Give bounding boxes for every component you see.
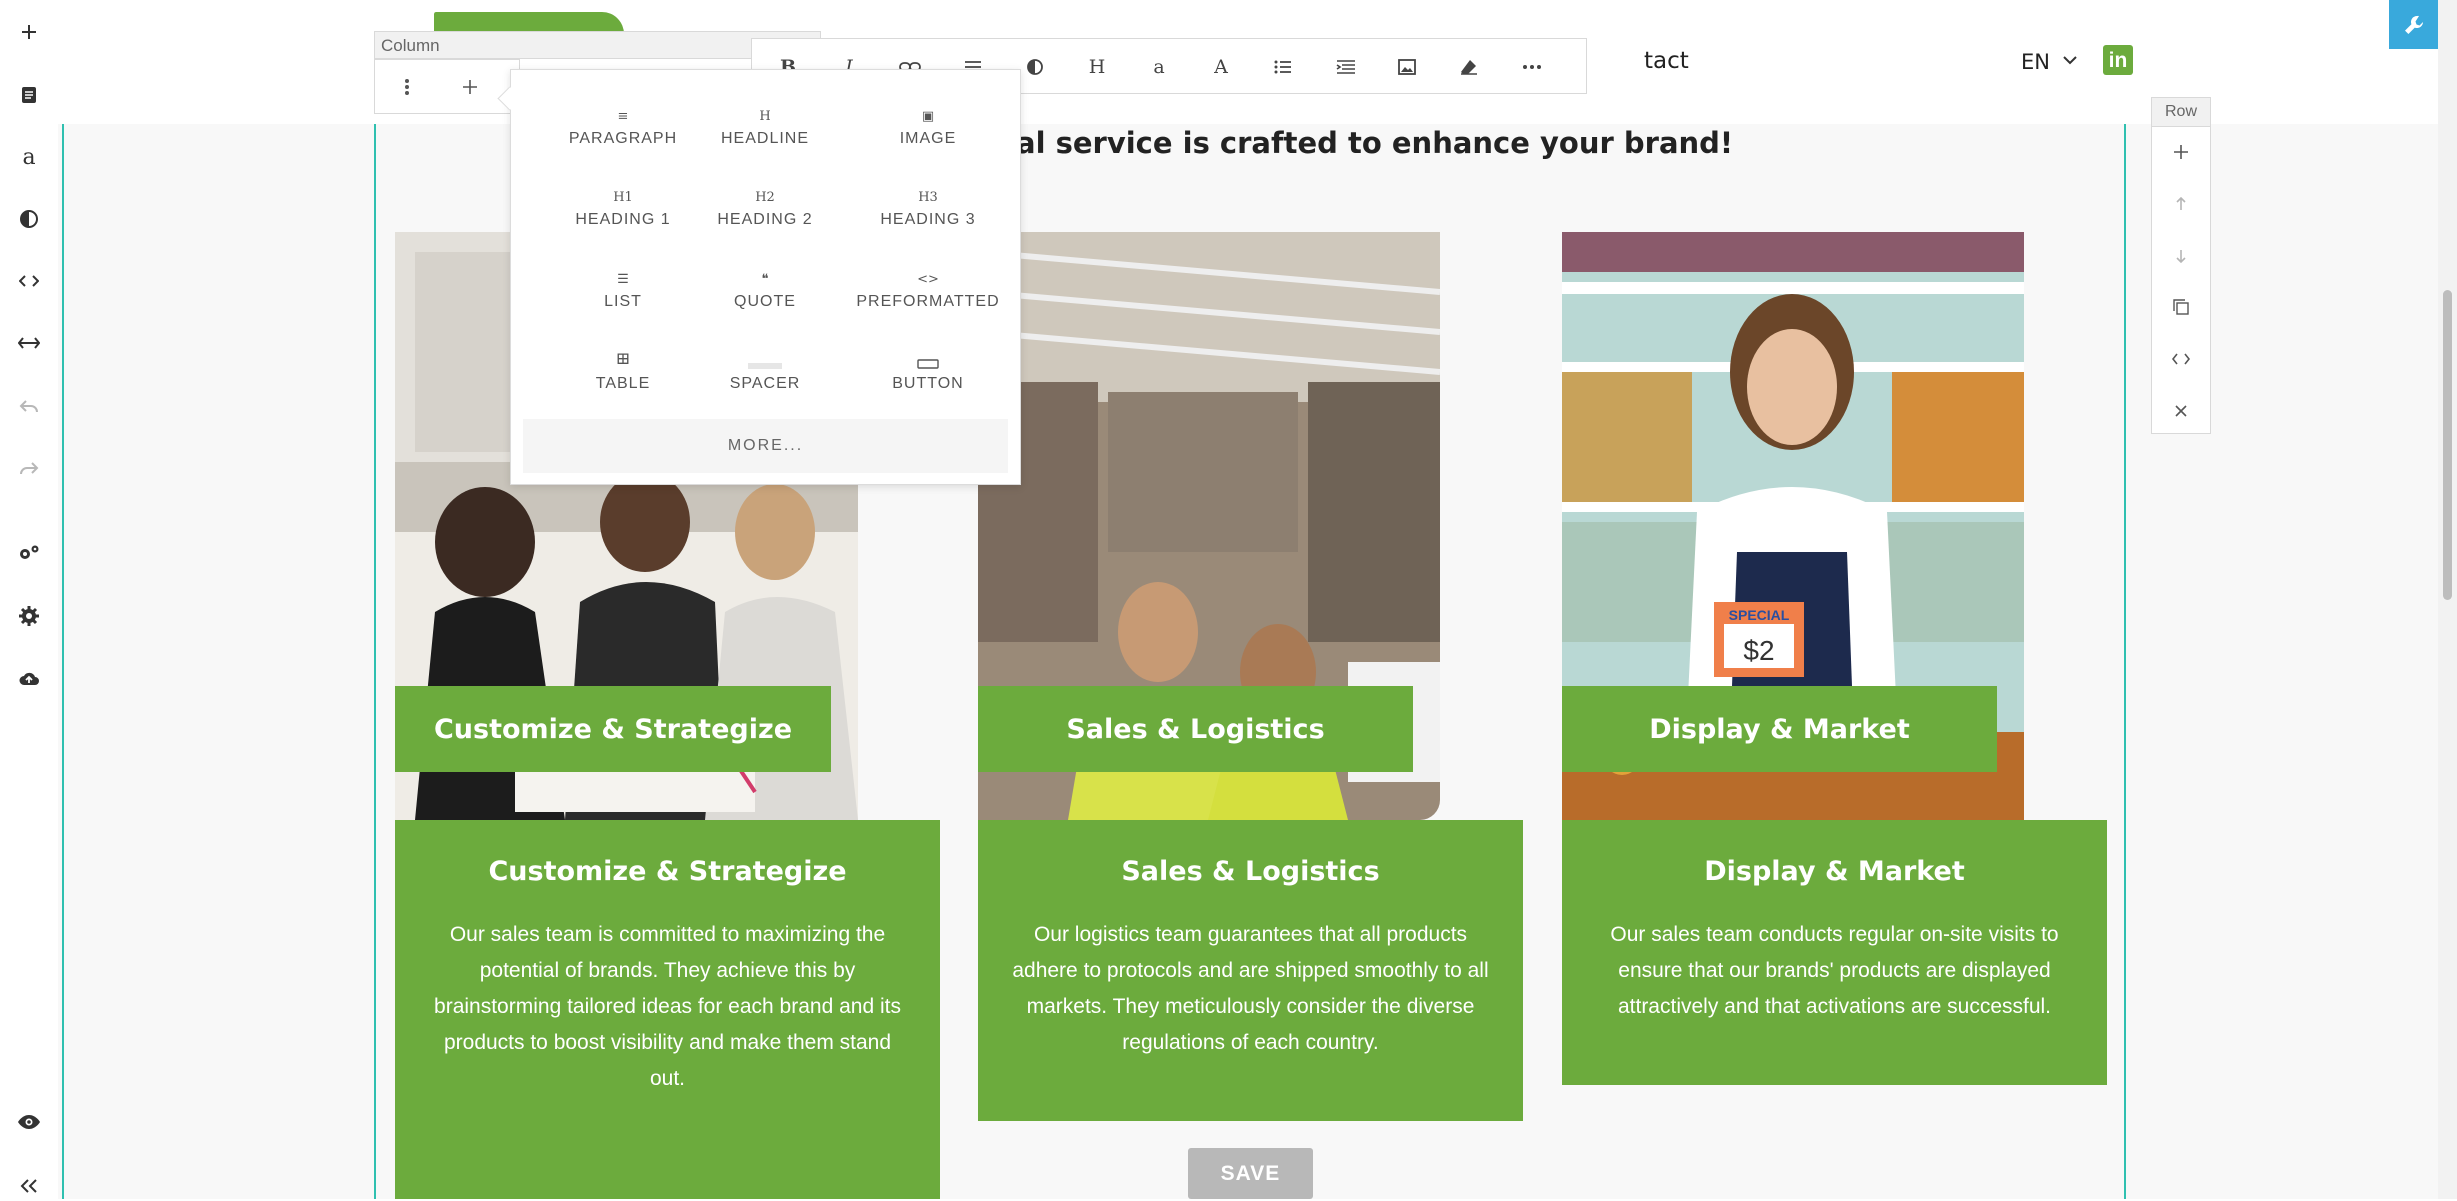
card-title: Display & Market xyxy=(1704,856,1965,887)
chevron-down-icon[interactable] xyxy=(2062,54,2078,66)
add-icon[interactable] xyxy=(14,17,44,47)
preview-eye-icon[interactable] xyxy=(14,1107,44,1137)
heading-3-icon: H3 xyxy=(918,190,938,205)
cloud-upload-icon[interactable] xyxy=(14,663,44,693)
headline-icon: H xyxy=(759,109,771,124)
add-block-icon[interactable] xyxy=(455,72,485,102)
section-tagline: al service is crafted to enhance your br… xyxy=(1016,126,1734,160)
move-down-icon[interactable] xyxy=(2166,241,2196,271)
list-icon: ☰ xyxy=(617,272,629,287)
heading-1-icon: H1 xyxy=(613,190,633,205)
page-scrollbar[interactable] xyxy=(2438,0,2457,1199)
card-caption-customize: Customize & Strategize xyxy=(395,686,831,772)
spacer-icon xyxy=(685,343,845,369)
typography-icon[interactable]: a xyxy=(14,142,44,172)
font-small-icon[interactable]: a xyxy=(1144,52,1174,82)
insert-list[interactable]: ☰ LIST xyxy=(543,261,703,331)
card-title: Customize & Strategize xyxy=(488,856,847,887)
insert-block-menu: ≡ PARAGRAPH H HEADLINE ▣ IMAGE H1 HEADIN… xyxy=(497,69,1021,485)
insert-label: PREFORMATTED xyxy=(856,293,1000,310)
row-frame-left xyxy=(374,124,376,1199)
font-large-icon[interactable]: A xyxy=(1206,52,1236,82)
insert-label: TABLE xyxy=(595,375,651,392)
price-sign-title: SPECIAL xyxy=(1729,607,1790,623)
language-selector[interactable]: EN xyxy=(2021,50,2050,74)
insert-headline[interactable]: H HEADLINE xyxy=(685,98,845,168)
insert-table[interactable]: ⊞ TABLE xyxy=(543,343,703,413)
card-title: Sales & Logistics xyxy=(1121,856,1380,887)
insert-label: HEADING 3 xyxy=(880,211,976,228)
insert-label: QUOTE xyxy=(734,293,796,310)
card-display: Display & Market Our sales team conducts… xyxy=(1562,820,2107,1085)
resize-horizontal-icon[interactable] xyxy=(14,328,44,358)
insert-heading-2[interactable]: H2 HEADING 2 xyxy=(685,179,845,249)
scrollbar-thumb[interactable] xyxy=(2443,290,2452,600)
insert-label: HEADLINE xyxy=(720,130,810,147)
duplicate-icon[interactable] xyxy=(2166,292,2196,322)
redo-icon[interactable] xyxy=(14,454,44,484)
insert-image[interactable]: ▣ IMAGE xyxy=(848,98,1008,168)
heading-2-icon: H2 xyxy=(755,190,775,205)
settings-group-icon[interactable] xyxy=(14,538,44,568)
wrench-icon xyxy=(2404,15,2423,34)
insert-label: HEADING 1 xyxy=(575,211,671,228)
undo-icon[interactable] xyxy=(14,392,44,422)
insert-paragraph[interactable]: ≡ PARAGRAPH xyxy=(543,98,703,168)
paragraph-icon: ≡ xyxy=(617,109,629,124)
gear-icon[interactable] xyxy=(14,601,44,631)
save-button[interactable]: SAVE xyxy=(1188,1148,1313,1199)
clear-format-icon[interactable] xyxy=(1454,52,1484,82)
insert-label: BUTTON xyxy=(892,375,964,392)
insert-label: SPACER xyxy=(729,375,801,392)
code-icon[interactable] xyxy=(14,266,44,296)
close-icon[interactable] xyxy=(2166,396,2196,426)
move-up-icon[interactable] xyxy=(2166,189,2196,219)
contrast-icon[interactable] xyxy=(1020,52,1050,82)
indent-icon[interactable] xyxy=(1331,52,1361,82)
collapse-sidebar-icon[interactable] xyxy=(14,1171,44,1201)
row-frame-right xyxy=(2124,124,2126,1199)
linkedin-icon[interactable]: in xyxy=(2103,45,2133,75)
insert-more-button[interactable]: MORE... xyxy=(523,419,1008,473)
list-icon[interactable] xyxy=(1268,52,1298,82)
card-text: Our sales team conducts regular on-site … xyxy=(1610,923,2059,1018)
insert-label: HEADING 2 xyxy=(717,211,813,228)
card-text: Our logistics team guarantees that all p… xyxy=(1012,923,1489,1054)
insert-quote[interactable]: ❝ QUOTE xyxy=(685,261,845,331)
insert-label: LIST xyxy=(604,293,642,310)
image-icon[interactable] xyxy=(1392,52,1422,82)
insert-spacer[interactable]: SPACER xyxy=(685,343,845,413)
pages-icon[interactable] xyxy=(14,80,44,110)
row-label: Row xyxy=(2152,98,2210,127)
button-icon xyxy=(848,343,1008,369)
card-customize: Customize & Strategize Our sales team is… xyxy=(395,820,940,1199)
column-toolbar xyxy=(374,59,520,114)
card-caption-display: Display & Market xyxy=(1562,686,1997,772)
price-sign-value: $2 xyxy=(1743,635,1774,666)
card-text: Our sales team is committed to maximizin… xyxy=(434,923,901,1090)
table-icon: ⊞ xyxy=(615,349,631,369)
insert-label: IMAGE xyxy=(899,130,957,147)
add-row-icon[interactable] xyxy=(2166,137,2196,167)
editor-sidebar: a xyxy=(0,0,59,1199)
insert-heading-3[interactable]: H3 HEADING 3 xyxy=(848,179,1008,249)
nav-item-contact[interactable]: tact xyxy=(1644,48,1689,74)
contrast-icon[interactable] xyxy=(14,204,44,234)
insert-heading-1[interactable]: H1 HEADING 1 xyxy=(543,179,703,249)
more-icon[interactable] xyxy=(1517,52,1547,82)
card-logistics: Sales & Logistics Our logistics team gua… xyxy=(978,820,1523,1121)
column-menu-icon[interactable] xyxy=(392,72,422,102)
insert-button[interactable]: BUTTON xyxy=(848,343,1008,413)
image-icon: ▣ xyxy=(921,109,935,124)
row-toolbar: Row xyxy=(2151,97,2211,434)
quote-icon: ❝ xyxy=(761,272,769,287)
insert-label: PARAGRAPH xyxy=(568,130,678,147)
code-icon[interactable] xyxy=(2166,344,2196,374)
insert-preformatted[interactable]: <> PREFORMATTED xyxy=(848,261,1008,331)
editor-frame-left xyxy=(62,124,64,1199)
card-caption-logistics: Sales & Logistics xyxy=(978,686,1413,772)
heading-icon[interactable]: H xyxy=(1082,52,1112,82)
code-icon: <> xyxy=(917,272,939,287)
editor-tools-button[interactable] xyxy=(2389,0,2438,49)
